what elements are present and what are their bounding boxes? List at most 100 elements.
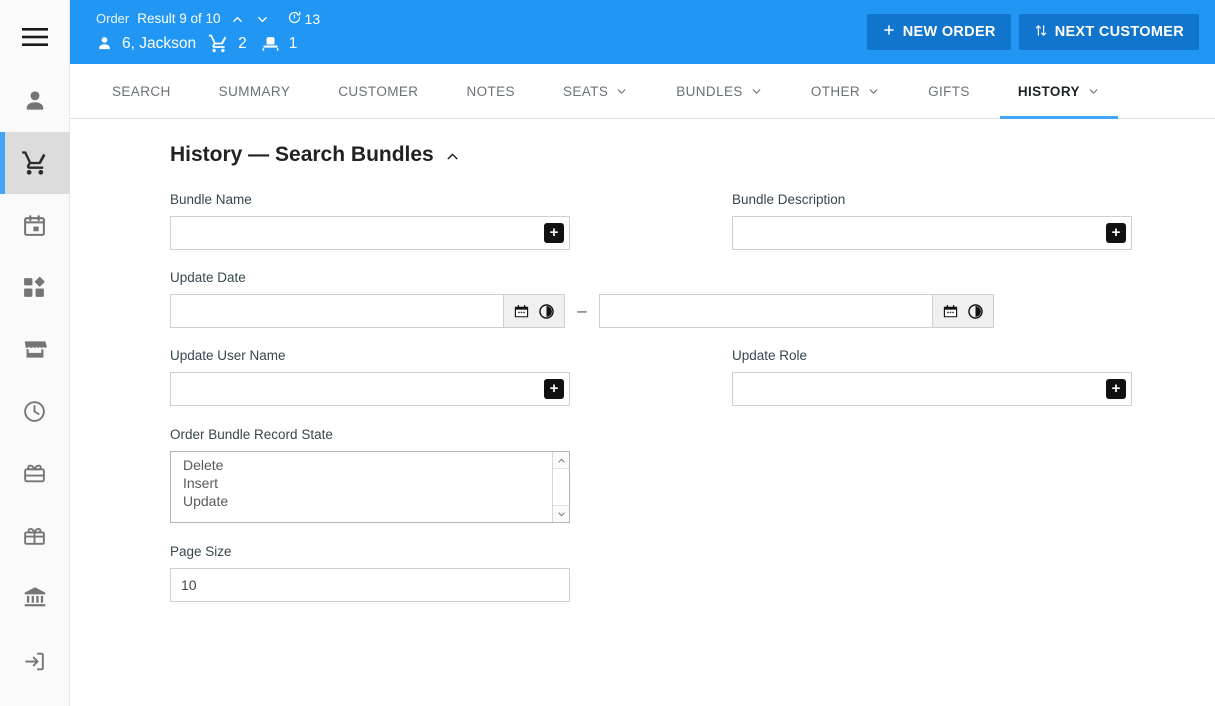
listbox-scrollbar[interactable] [552, 452, 569, 522]
update-role-add-button[interactable]: + [1106, 379, 1126, 399]
tab-label: SUMMARY [218, 83, 291, 99]
tab-summary[interactable]: SUMMARY [201, 64, 309, 118]
entity-label: Order [96, 11, 130, 26]
update-date-from-buttons [503, 294, 565, 328]
tab-label: SEATS [562, 83, 609, 99]
menu-icon[interactable] [0, 4, 70, 70]
order-bundle-record-state-listbox[interactable]: Delete Insert Update [170, 451, 570, 523]
chevron-down-icon[interactable] [254, 12, 271, 27]
order-bundle-record-state-field: Order Bundle Record State Delete Insert … [170, 426, 1170, 523]
calendar-icon[interactable] [513, 303, 530, 320]
update-user-name-input[interactable] [170, 372, 570, 406]
tab-label: SEARCH [112, 83, 171, 99]
tab-notes[interactable]: NOTES [448, 64, 533, 118]
page-size-field: Page Size [170, 543, 1170, 602]
tab-bar: SEARCH SUMMARY CUSTOMER NOTES SEATS BUND… [70, 64, 1215, 119]
main-area: Order Result 9 of 10 13 6, Jackson 2 1 N… [70, 0, 1215, 706]
update-role-input[interactable] [732, 372, 1132, 406]
gift-icon [22, 523, 47, 548]
cart-count: 2 [238, 34, 247, 52]
update-role-label: Update Role [732, 348, 808, 363]
login-icon [22, 649, 47, 674]
header-customer-row: 6, Jackson 2 1 [96, 33, 320, 55]
list-item[interactable]: Insert [183, 474, 552, 492]
listbox-options: Delete Insert Update [171, 452, 552, 522]
sidebar-item-store[interactable] [0, 318, 70, 380]
bundle-name-field: Bundle Name + [170, 191, 570, 250]
chevron-up-icon[interactable] [229, 12, 246, 27]
search-bundles-form: Bundle Name + Bundle Description + Updat… [170, 191, 1170, 602]
list-item[interactable]: Delete [183, 456, 552, 474]
sidebar-item-gifts[interactable] [0, 504, 70, 566]
plus-icon [882, 23, 896, 41]
chevron-up-icon[interactable] [553, 452, 569, 469]
tab-search[interactable]: SEARCH [94, 64, 189, 118]
new-order-button[interactable]: NEW ORDER [866, 14, 1011, 50]
update-date-to-input[interactable] [599, 294, 932, 328]
header-actions: NEW ORDER NEXT CUSTOMER [866, 14, 1199, 50]
sidebar-item-history[interactable] [0, 380, 70, 442]
bundle-name-label: Bundle Name [170, 192, 252, 207]
sidebar-item-order[interactable] [0, 132, 70, 194]
update-date-to-group [599, 294, 994, 328]
clock-time-icon[interactable] [967, 303, 984, 320]
sidebar-item-products[interactable] [0, 256, 70, 318]
sidebar-item-login[interactable] [0, 630, 70, 692]
next-customer-label: NEXT CUSTOMER [1054, 24, 1184, 40]
chevron-up-icon[interactable] [444, 148, 461, 165]
chevron-down-icon [1087, 85, 1100, 98]
form-row-names: Bundle Name + Bundle Description + [170, 191, 1170, 250]
card-giftcard-icon [22, 461, 47, 486]
sidebar-item-accounts[interactable] [0, 566, 70, 628]
chevron-down-icon [750, 85, 763, 98]
page-size-input[interactable] [170, 568, 570, 602]
session-timer: 13 [287, 10, 320, 29]
update-user-name-label: Update User Name [170, 348, 286, 363]
update-role-field: Update Role + [732, 347, 1132, 406]
update-user-name-input-wrap: + [170, 372, 570, 406]
calendar-icon[interactable] [942, 303, 959, 320]
next-customer-button[interactable]: NEXT CUSTOMER [1018, 14, 1199, 50]
tab-other[interactable]: OTHER [793, 64, 898, 118]
list-item[interactable]: Update [183, 492, 552, 510]
bundle-description-field: Bundle Description + [732, 191, 1132, 250]
header-result-row: Order Result 9 of 10 13 [96, 10, 320, 29]
bundle-description-input[interactable] [732, 216, 1132, 250]
bundle-description-add-button[interactable]: + [1106, 223, 1126, 243]
chevron-down-icon[interactable] [553, 505, 569, 522]
tab-bundles[interactable]: BUNDLES [658, 64, 781, 118]
clock-time-icon[interactable] [538, 303, 555, 320]
sidebar-item-gift-card[interactable] [0, 442, 70, 504]
app-header: Order Result 9 of 10 13 6, Jackson 2 1 N… [70, 0, 1215, 64]
store-icon [22, 336, 48, 362]
event-seat-icon [261, 34, 280, 53]
dashboard-icon [22, 275, 47, 300]
bundle-description-input-wrap: + [732, 216, 1132, 250]
update-user-name-field: Update User Name + [170, 347, 570, 406]
update-date-from-input[interactable] [170, 294, 503, 328]
date-range-separator: – [577, 301, 587, 320]
page-title-text: History — Search Bundles [170, 143, 434, 166]
shopping-cart-icon [208, 33, 229, 54]
tab-label: CUSTOMER [338, 83, 419, 99]
tab-seats[interactable]: SEATS [545, 64, 646, 118]
bundle-description-label: Bundle Description [732, 192, 846, 207]
bundle-name-input[interactable] [170, 216, 570, 250]
update-date-range: – [170, 294, 1170, 328]
sidebar-item-customer[interactable] [0, 70, 70, 132]
tab-label: NOTES [466, 83, 515, 99]
tab-customer[interactable]: CUSTOMER [320, 64, 436, 118]
left-nav-rail [0, 0, 70, 706]
sidebar-item-events[interactable] [0, 194, 70, 256]
seat-count: 1 [288, 34, 298, 52]
chevron-down-icon [615, 85, 628, 98]
tab-gifts[interactable]: GIFTS [910, 64, 988, 118]
tab-history[interactable]: HISTORY [999, 64, 1118, 119]
app-root: Order Result 9 of 10 13 6, Jackson 2 1 N… [0, 0, 1215, 706]
bundle-name-add-button[interactable]: + [544, 223, 564, 243]
update-user-name-add-button[interactable]: + [544, 379, 564, 399]
plus-icon: + [549, 224, 559, 241]
content-panel: History — Search Bundles Bundle Name + B… [70, 119, 1215, 706]
bundle-name-input-wrap: + [170, 216, 570, 250]
page-size-input-wrap [170, 568, 570, 602]
